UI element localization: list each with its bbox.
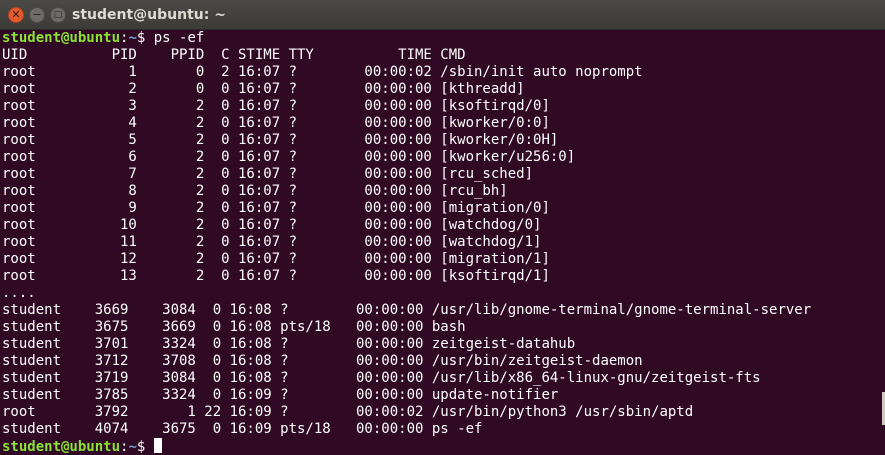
output-line: root 4 2 0 16:07 ? 00:00:00 [kworker/0:0…: [2, 115, 550, 131]
output-line: root 3792 1 22 16:09 ? 00:00:02 /usr/bin…: [2, 404, 694, 420]
output-line: student 3719 3084 0 16:08 ? 00:00:00 /us…: [2, 370, 761, 386]
output-line: root 11 2 0 16:07 ? 00:00:00 [watchdog/1…: [2, 234, 542, 250]
prompt-path: ~: [128, 439, 137, 455]
prompt-path: ~: [128, 30, 137, 46]
prompt-symbol: $: [136, 30, 154, 46]
output-line: student 3675 3669 0 16:08 pts/18 00:00:0…: [2, 319, 466, 335]
output-line: student 3701 3324 0 16:08 ? 00:00:00 zei…: [2, 336, 576, 352]
terminal-window: ✕ − □ student@ubuntu: ~ student@ubuntu:~…: [0, 0, 885, 455]
output-line: root 7 2 0 16:07 ? 00:00:00 [rcu_sched]: [2, 166, 534, 182]
output-line: student 3669 3084 0 16:08 ? 00:00:00 /us…: [2, 302, 812, 318]
text-cursor[interactable]: [153, 438, 162, 453]
output-line: root 3 2 0 16:07 ? 00:00:00 [ksoftirqd/0…: [2, 98, 550, 114]
output-line: student 3712 3708 0 16:08 ? 00:00:00 /us…: [2, 353, 643, 369]
output-line: root 8 2 0 16:07 ? 00:00:00 [rcu_bh]: [2, 183, 508, 199]
terminal-output[interactable]: student@ubuntu:~$ ps -ef UID PID PPID C S…: [0, 30, 885, 455]
output-line: root 1 0 2 16:07 ? 00:00:02 /sbin/init a…: [2, 64, 643, 80]
output-line: student 3785 3324 0 16:09 ? 00:00:00 upd…: [2, 387, 559, 403]
prompt-line: student@ubuntu:~$ ps -ef: [2, 30, 204, 47]
output-line: UID PID PPID C STIME TTY TIME CMD: [2, 47, 466, 63]
maximize-icon[interactable]: □: [50, 7, 66, 23]
output-line: root 9 2 0 16:07 ? 00:00:00 [migration/0…: [2, 200, 550, 216]
output-line: root 2 0 0 16:07 ? 00:00:00 [kthreadd]: [2, 81, 525, 97]
minimize-icon[interactable]: −: [29, 7, 45, 23]
window-title: student@ubuntu: ~: [72, 7, 226, 23]
title-bar[interactable]: ✕ − □ student@ubuntu: ~: [0, 0, 885, 30]
prompt-user: student@ubuntu: [2, 30, 121, 46]
output-line: root 13 2 0 16:07 ? 00:00:00 [ksoftirqd/…: [2, 268, 550, 284]
output-line: student 4074 3675 0 16:09 pts/18 00:00:0…: [2, 421, 483, 437]
prompt-line: student@ubuntu:~$: [2, 438, 162, 455]
close-icon[interactable]: ✕: [8, 7, 24, 23]
output-line: root 12 2 0 16:07 ? 00:00:00 [migration/…: [2, 251, 550, 267]
output-line: root 6 2 0 16:07 ? 00:00:00 [kworker/u25…: [2, 149, 576, 165]
prompt-symbol: $: [136, 439, 154, 455]
prompt-user: student@ubuntu: [2, 439, 121, 455]
command-text: ps -ef: [153, 30, 205, 46]
output-line: ....: [2, 285, 36, 301]
output-line: root 10 2 0 16:07 ? 00:00:00 [watchdog/0…: [2, 217, 542, 233]
output-line: root 5 2 0 16:07 ? 00:00:00 [kworker/0:0…: [2, 132, 559, 148]
